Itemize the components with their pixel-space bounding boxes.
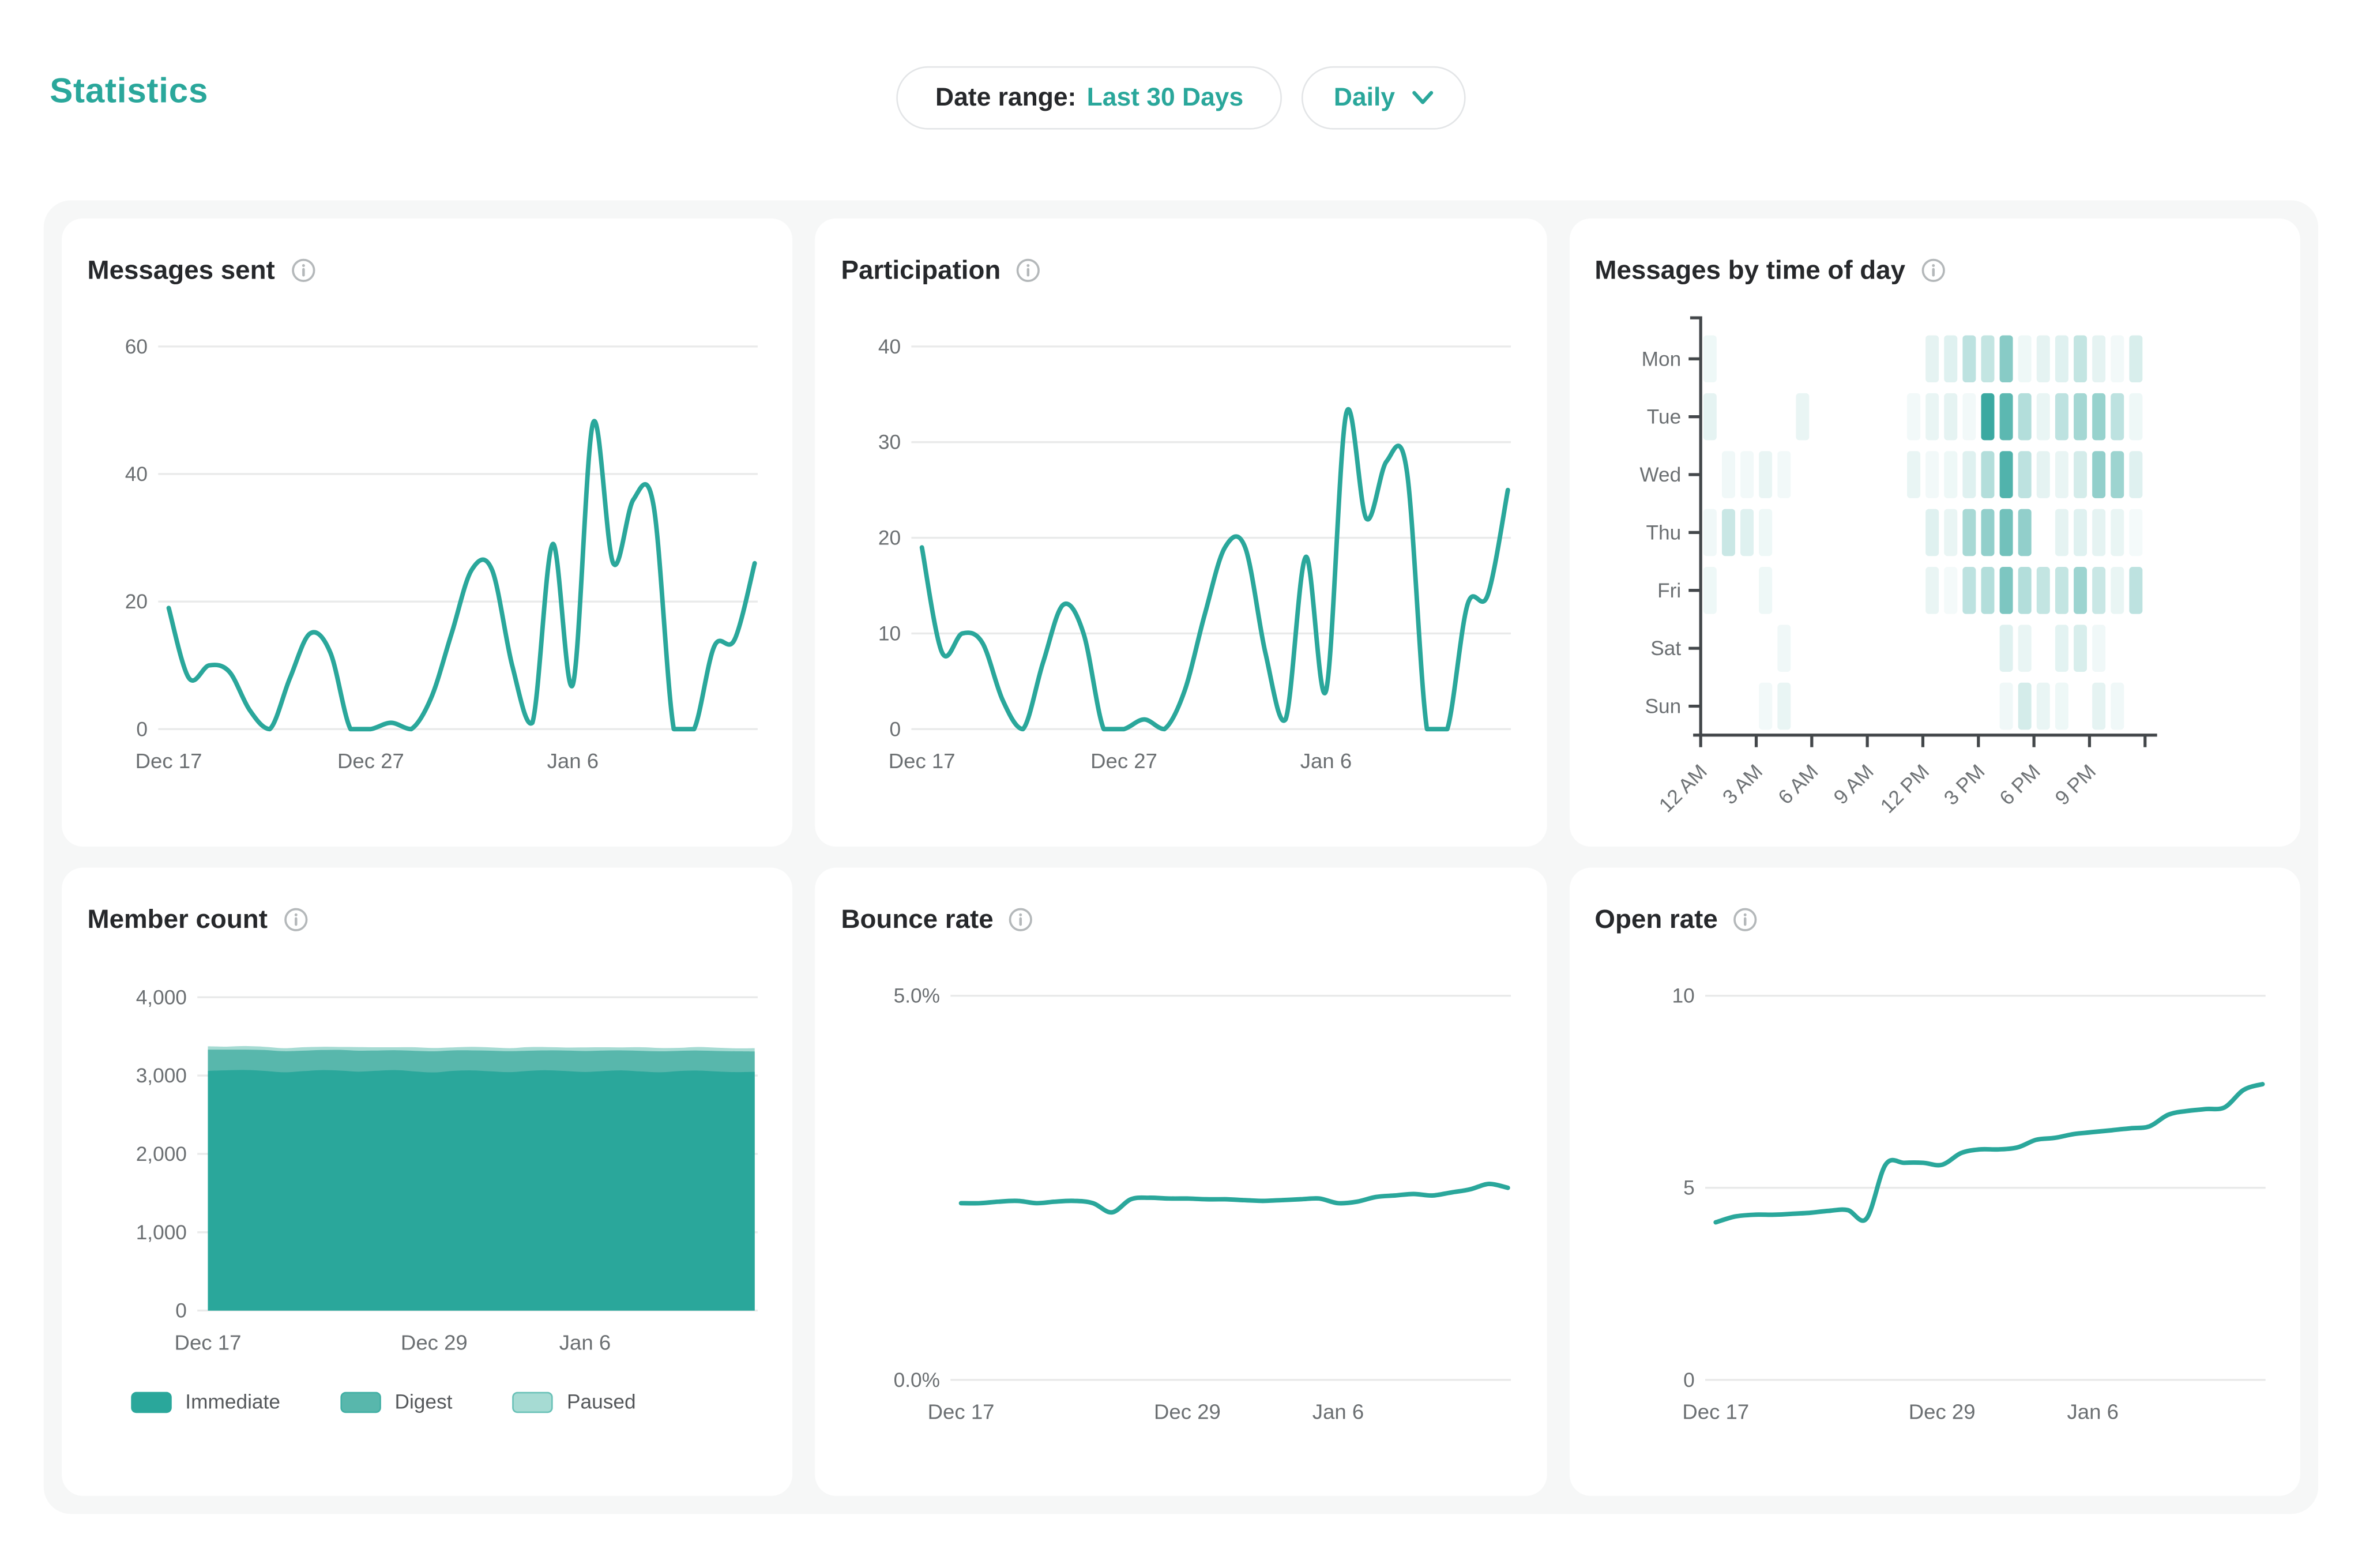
svg-text:12 AM: 12 AM <box>1654 760 1711 817</box>
svg-text:40: 40 <box>125 463 148 486</box>
date-range-value: Last 30 Days <box>1087 83 1244 113</box>
topbar: Statistics Date range: Last 30 Days Dail… <box>0 0 2362 200</box>
info-icon[interactable] <box>290 258 315 283</box>
open-rate-chart[interactable]: 10 5 0 Dec 17 Dec 29 Jan 6 <box>1584 958 2286 1485</box>
card-header: Messages sent <box>88 254 316 286</box>
svg-text:Dec 29: Dec 29 <box>1908 1400 1975 1424</box>
card-bounce-rate: Bounce rate 5.0% 0.0% Dec 17 Dec 29 Jan 6 <box>815 868 1547 1496</box>
card-messages-sent: Messages sent 60 40 20 0 Dec 17 Dec 27 Jan 6 <box>62 219 793 847</box>
svg-text:0: 0 <box>1683 1369 1694 1392</box>
stats-panel: Messages sent 60 40 20 0 Dec 17 Dec 27 Jan 6 P… <box>44 200 2318 1514</box>
svg-text:Mon: Mon <box>1641 348 1681 370</box>
page-title: Statistics <box>50 71 208 112</box>
svg-text:5: 5 <box>1683 1177 1694 1199</box>
svg-text:Dec 29: Dec 29 <box>1154 1400 1221 1424</box>
svg-text:6 AM: 6 AM <box>1773 760 1822 809</box>
granularity-dropdown[interactable]: Daily <box>1302 66 1466 130</box>
svg-text:Thu: Thu <box>1646 521 1681 544</box>
legend-label-immediate: Immediate <box>185 1390 280 1413</box>
header-controls: Date range: Last 30 Days Daily <box>0 0 2362 130</box>
svg-text:10: 10 <box>879 622 901 645</box>
legend-swatch-paused <box>513 1391 554 1412</box>
svg-text:Dec 17: Dec 17 <box>175 1331 242 1355</box>
card-participation: Participation 40 30 20 10 0 Dec 17 Dec 27 Jan 6 <box>815 219 1547 847</box>
svg-text:9 PM: 9 PM <box>2051 760 2100 810</box>
svg-text:60: 60 <box>125 336 148 358</box>
dashboard-viewport: Statistics Date range: Last 30 Days Dail… <box>0 0 2362 1568</box>
chart-title: Participation <box>841 254 1001 286</box>
svg-text:Dec 27: Dec 27 <box>337 749 404 773</box>
chart-title: Member count <box>88 904 268 935</box>
legend-swatch-digest <box>340 1391 381 1412</box>
svg-text:Dec 17: Dec 17 <box>928 1400 995 1424</box>
info-icon[interactable] <box>1015 258 1041 283</box>
card-header: Member count <box>88 904 309 935</box>
info-icon[interactable] <box>283 907 308 932</box>
svg-text:2,000: 2,000 <box>136 1143 187 1165</box>
legend-item-immediate: Immediate <box>131 1390 280 1413</box>
svg-text:Jan 6: Jan 6 <box>1301 749 1352 773</box>
card-header: Open rate <box>1594 904 1758 935</box>
card-messages-by-time-of-day: Messages by time of day Mon Tue Wed Thu Fri S… <box>1569 219 2300 847</box>
date-range-label: Date range: <box>935 83 1076 113</box>
svg-text:0: 0 <box>175 1300 187 1322</box>
info-icon[interactable] <box>1009 907 1034 932</box>
card-header: Bounce rate <box>841 904 1034 935</box>
chart-title: Messages by time of day <box>1594 254 1905 286</box>
granularity-value: Daily <box>1334 83 1395 113</box>
participation-chart[interactable]: 40 30 20 10 0 Dec 17 Dec 27 Jan 6 <box>830 309 1532 836</box>
info-icon[interactable] <box>1733 907 1758 932</box>
svg-text:20: 20 <box>125 591 148 613</box>
svg-text:0: 0 <box>890 718 901 740</box>
svg-text:Fri: Fri <box>1657 580 1680 602</box>
legend-label-digest: Digest <box>394 1390 452 1413</box>
svg-text:3,000: 3,000 <box>136 1065 187 1087</box>
svg-text:Dec 27: Dec 27 <box>1091 749 1158 773</box>
svg-text:4,000: 4,000 <box>136 986 187 1009</box>
messages-sent-chart[interactable]: 60 40 20 0 Dec 17 Dec 27 Jan 6 <box>77 309 778 836</box>
svg-text:Sat: Sat <box>1650 637 1680 660</box>
card-member-count: Member count 4,000 3,000 2,000 1,000 0 Dec 17… <box>62 868 793 1496</box>
svg-text:9 AM: 9 AM <box>1829 760 1878 809</box>
svg-text:0.0%: 0.0% <box>894 1369 941 1392</box>
svg-text:Dec 29: Dec 29 <box>401 1331 468 1355</box>
svg-text:0: 0 <box>136 718 148 740</box>
legend-item-paused: Paused <box>513 1390 636 1413</box>
svg-text:3 PM: 3 PM <box>1939 760 1989 810</box>
svg-text:30: 30 <box>879 431 901 454</box>
svg-text:1,000: 1,000 <box>136 1221 187 1244</box>
svg-text:20: 20 <box>879 527 901 550</box>
svg-text:12 PM: 12 PM <box>1876 760 1934 818</box>
chart-title: Messages sent <box>88 254 275 286</box>
svg-text:Jan 6: Jan 6 <box>547 749 599 773</box>
svg-text:Dec 17: Dec 17 <box>136 749 202 773</box>
date-range-pill[interactable]: Date range: Last 30 Days <box>896 66 1282 130</box>
chart-title: Bounce rate <box>841 904 993 935</box>
svg-text:Jan 6: Jan 6 <box>1313 1400 1364 1424</box>
legend-item-digest: Digest <box>340 1390 452 1413</box>
card-open-rate: Open rate 10 5 0 Dec 17 Dec 29 Jan 6 <box>1569 868 2300 1496</box>
svg-text:10: 10 <box>1672 985 1694 1007</box>
svg-text:Sun: Sun <box>1645 695 1681 718</box>
svg-text:Jan 6: Jan 6 <box>559 1331 611 1355</box>
chart-title: Open rate <box>1594 904 1717 935</box>
card-header: Messages by time of day <box>1594 254 1946 286</box>
legend-swatch-immediate <box>131 1391 172 1412</box>
legend: Immediate Digest Paused <box>131 1390 635 1413</box>
chevron-down-icon <box>1412 91 1434 106</box>
svg-text:Dec 17: Dec 17 <box>889 749 956 773</box>
time-of-day-heatmap[interactable]: Mon Tue Wed Thu Fri Sat Sun 12 AM3 AM6 AM9 AM12… <box>1584 309 2286 836</box>
info-icon[interactable] <box>1920 258 1946 283</box>
svg-text:Tue: Tue <box>1646 406 1680 428</box>
bounce-rate-chart[interactable]: 5.0% 0.0% Dec 17 Dec 29 Jan 6 <box>830 958 1532 1485</box>
svg-text:6 PM: 6 PM <box>1995 760 2044 810</box>
svg-text:5.0%: 5.0% <box>894 985 941 1007</box>
svg-text:3 AM: 3 AM <box>1718 760 1766 809</box>
legend-label-paused: Paused <box>567 1390 636 1413</box>
svg-text:Jan 6: Jan 6 <box>2067 1400 2118 1424</box>
card-header: Participation <box>841 254 1041 286</box>
svg-text:Wed: Wed <box>1639 464 1680 486</box>
svg-text:Dec 17: Dec 17 <box>1682 1400 1748 1424</box>
svg-text:40: 40 <box>879 336 901 358</box>
